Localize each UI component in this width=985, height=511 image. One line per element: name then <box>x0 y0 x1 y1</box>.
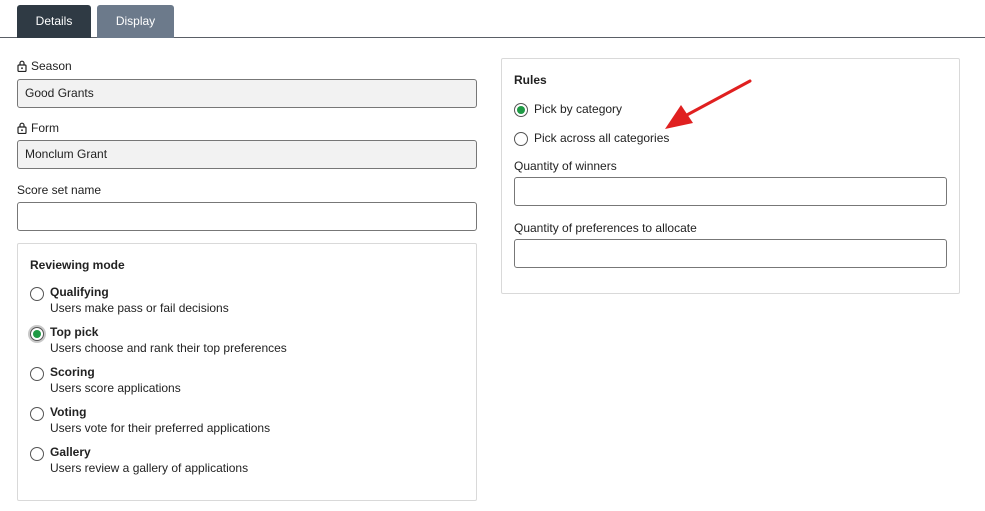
lock-icon <box>17 60 27 72</box>
option-title: Qualifying <box>50 285 109 299</box>
option-desc: Users review a gallery of applications <box>50 461 249 475</box>
season-label-group: Season <box>17 59 72 73</box>
tab-bar: Details Display <box>0 0 985 38</box>
quantity-winners-label: Quantity of winners <box>514 159 617 173</box>
quantity-winners-input[interactable] <box>514 177 947 206</box>
option-desc: Users choose and rank their top preferen… <box>50 341 287 355</box>
season-field: Good Grants <box>17 79 477 108</box>
radio-scoring[interactable] <box>30 367 44 381</box>
radio-pick-by-category[interactable] <box>514 103 528 117</box>
form-field: Monclum Grant <box>17 140 477 169</box>
reviewing-mode-title: Reviewing mode <box>30 258 125 272</box>
form-label: Form <box>31 121 59 135</box>
rules-title: Rules <box>514 73 547 87</box>
option-title: Top pick <box>50 325 99 339</box>
option-desc: Users vote for their preferred applicati… <box>50 421 271 435</box>
radio-pick-across-all-categories[interactable] <box>514 132 528 146</box>
reviewing-mode-panel: Reviewing mode Qualifying Users make pas… <box>17 243 477 501</box>
tab-display[interactable]: Display <box>97 5 174 38</box>
season-label: Season <box>31 59 72 73</box>
option-title: Gallery <box>50 445 91 459</box>
option-desc: Users make pass or fail decisions <box>50 301 229 315</box>
score-set-name-input[interactable] <box>17 202 477 231</box>
option-label: Pick by category <box>534 102 623 116</box>
radio-top-pick[interactable] <box>30 327 44 341</box>
radio-voting[interactable] <box>30 407 44 421</box>
option-desc: Users score applications <box>50 381 181 395</box>
radio-qualifying[interactable] <box>30 287 44 301</box>
form-label-group: Form <box>17 121 59 135</box>
option-title: Voting <box>50 405 87 419</box>
red-arrow-annotation <box>665 79 752 129</box>
radio-gallery[interactable] <box>30 447 44 461</box>
quantity-preferences-label: Quantity of preferences to allocate <box>514 221 697 235</box>
option-label: Pick across all categories <box>534 131 670 145</box>
lock-icon <box>17 122 27 134</box>
option-title: Scoring <box>50 365 95 379</box>
score-set-name-label: Score set name <box>17 183 101 197</box>
score-set-name-label-text: Score set name <box>17 183 102 197</box>
quantity-preferences-input[interactable] <box>514 239 947 268</box>
tab-details[interactable]: Details <box>17 5 91 38</box>
